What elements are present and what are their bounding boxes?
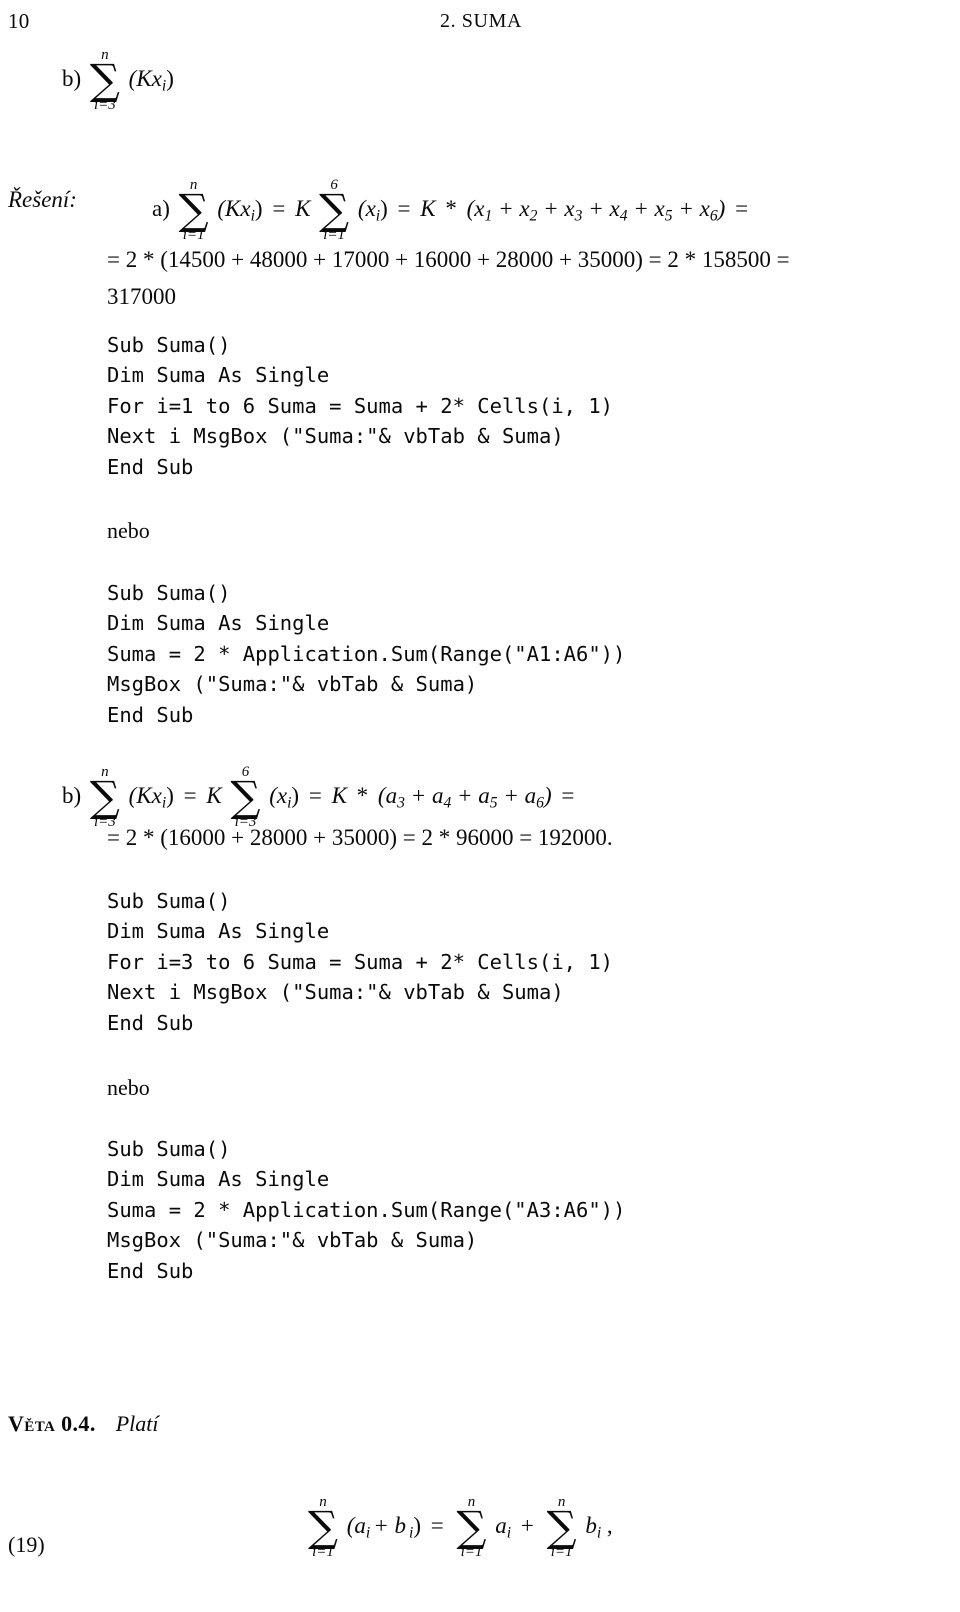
summation-symbol: n ∑ i=3 (90, 48, 120, 113)
code-block-b-loop: Sub Suma() Dim Suma As Single For i=3 to… (107, 889, 614, 1035)
solution-part-b-line1: b) n ∑ i=3 (Kxi) = K 6 ∑ i=3 (xi) = K * … (62, 765, 578, 830)
solution-part-a-line1: a) n ∑ i=1 (Kxi) = K 6 ∑ i=1 (xi) = K * … (152, 178, 752, 243)
problem-b-heading: b) n ∑ i=3 (Kxi) (62, 48, 174, 113)
multiply-sign: * (445, 195, 457, 221)
summation-symbol: n ∑ i=1 (457, 1495, 487, 1560)
solution-part-a-line2: = 2 * (14500 + 48000 + 17000 + 16000 + 2… (107, 247, 790, 272)
code-block-b-worksheet: Sub Suma() Dim Suma As Single Suma = 2 *… (107, 1137, 626, 1283)
code-block-a-loop: Sub Suma() Dim Suma As Single For i=1 to… (107, 333, 614, 479)
constant-k: K (295, 195, 311, 221)
sum-lower-limit: i=1 (182, 227, 205, 244)
part-b-marker: b) (62, 782, 82, 808)
sum-term: ai (495, 1512, 512, 1542)
sum-lower-limit: i=1 (312, 1544, 334, 1561)
expansion-terms: (a3 + a4 + a5 + a6) (377, 782, 552, 812)
alternative-word-2: nebo (107, 1075, 150, 1100)
sigma-glyph: ∑ (89, 772, 120, 821)
alternative-word-1: nebo (107, 518, 150, 543)
constant-k: K (420, 195, 436, 221)
summation-symbol: n ∑ i=1 (179, 178, 209, 243)
sum-lower-limit: i=1 (550, 1544, 573, 1561)
summation-symbol: n ∑ i=3 (90, 765, 120, 830)
equation-19-body: n ∑ i=1 (ai + b i) = n ∑ i=1 ai + n ∑ i=1 … (305, 1495, 613, 1560)
expansion-terms: (x1 + x2 + x3 + x4 + x5 + x6) (466, 195, 726, 225)
sum-term: (Kxi) (128, 782, 174, 812)
theorem-heading: Věta 0.4. Platí (8, 1410, 159, 1438)
theorem-body: Platí (115, 1411, 159, 1436)
summation-symbol: 6 ∑ i=3 (230, 765, 260, 830)
document-page: 10 2. SUMA b) n ∑ i=3 (Kxi) Řešení: a) n… (0, 0, 960, 1612)
equals-sign: = (183, 782, 197, 808)
summation-symbol: 6 ∑ i=1 (319, 178, 349, 243)
sigma-glyph: ∑ (230, 772, 261, 821)
sigma-glyph: ∑ (546, 1502, 577, 1551)
multiply-sign: * (356, 782, 369, 808)
sum-lower-limit: i=3 (94, 97, 116, 114)
problem-b-marker: b) (62, 65, 82, 91)
equals-sign: = (308, 782, 322, 808)
sigma-glyph: ∑ (319, 185, 350, 234)
part-a-marker: a) (152, 195, 170, 221)
summation-symbol: n ∑ i=1 (308, 1495, 338, 1560)
running-head: 10 2. SUMA (0, 8, 960, 38)
sigma-glyph: ∑ (308, 1502, 338, 1551)
trailing-comma: , (606, 1512, 613, 1538)
sigma-glyph: ∑ (456, 1502, 487, 1551)
sum-term: (xi) (269, 782, 300, 812)
sigma-glyph: ∑ (89, 55, 120, 104)
equals-sign: = (430, 1512, 444, 1538)
summation-symbol: n ∑ i=1 (547, 1495, 577, 1560)
sum-term: bi (585, 1512, 602, 1542)
plus-sign: + (520, 1512, 534, 1538)
sum-term: (Kxi) (217, 195, 263, 225)
equals-sign: = (397, 195, 411, 221)
equals-sign: = (272, 195, 286, 221)
sum-lower-limit: i=1 (323, 227, 346, 244)
equation-number: (19) (8, 1532, 45, 1557)
constant-k: K (331, 782, 347, 808)
sum-lower-limit: i=1 (460, 1544, 483, 1561)
trailing-equals: = (561, 782, 575, 808)
chapter-title: 2. SUMA (440, 10, 522, 32)
constant-k: K (206, 782, 222, 808)
code-block-a-worksheet: Sub Suma() Dim Suma As Single Suma = 2 *… (107, 581, 626, 727)
solution-part-b-line2: = 2 * (16000 + 28000 + 35000) = 2 * 9600… (107, 825, 613, 850)
problem-b-term: (Kxi) (128, 65, 174, 95)
solution-label: Řešení: (8, 187, 77, 212)
page-number: 10 (8, 9, 30, 33)
sum-term: (ai + b i) (346, 1512, 422, 1542)
trailing-equals: = (735, 195, 749, 221)
solution-part-a-line3: 317000 (107, 284, 176, 309)
sum-term: (xi) (357, 195, 388, 225)
theorem-name: Věta 0.4. (8, 1411, 96, 1436)
sigma-glyph: ∑ (178, 185, 209, 234)
